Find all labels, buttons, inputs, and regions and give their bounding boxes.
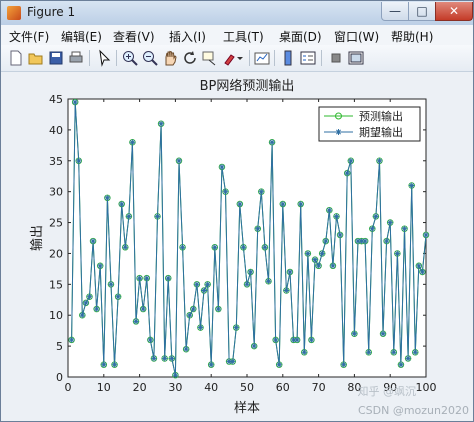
x-tick-label: 10 bbox=[97, 381, 111, 394]
menu-edit[interactable]: 编辑(E) bbox=[61, 28, 102, 45]
x-tick-label: 60 bbox=[276, 381, 290, 394]
maximize-button[interactable]: □ bbox=[408, 2, 436, 21]
x-tick-label: 40 bbox=[204, 381, 218, 394]
toolbar bbox=[1, 45, 473, 72]
zoom-in-icon[interactable] bbox=[121, 49, 139, 67]
select-arrow-icon[interactable] bbox=[95, 49, 113, 67]
insert-legend-icon[interactable] bbox=[299, 49, 317, 67]
new-figure-icon[interactable] bbox=[7, 49, 25, 67]
expected-point bbox=[111, 361, 118, 368]
x-tick-label: 50 bbox=[240, 381, 254, 394]
menu-file[interactable]: 文件(F) bbox=[9, 28, 49, 45]
x-tick-label: 30 bbox=[168, 381, 182, 394]
insert-colorbar-icon[interactable] bbox=[279, 49, 297, 67]
legend-label-prediction: 预测输出 bbox=[359, 109, 403, 123]
window-title: Figure 1 bbox=[27, 5, 76, 19]
chart: BP网络预测输出 样本 输出 0 10 20 30 40 50 60 70 80 90 100051… bbox=[29, 78, 469, 417]
menu-window[interactable]: 窗口(W) bbox=[334, 28, 379, 45]
x-tick-label: 20 bbox=[133, 381, 147, 394]
menu-view[interactable]: 查看(V) bbox=[113, 28, 155, 45]
x-tick-label: 70 bbox=[312, 381, 326, 394]
y-tick-label: 5 bbox=[56, 340, 63, 353]
y-tick-label: 45 bbox=[49, 93, 63, 106]
x-tick-label: 0 bbox=[65, 381, 72, 394]
expected-point bbox=[405, 355, 412, 362]
link-plot-icon[interactable] bbox=[253, 49, 271, 67]
y-tick-label: 0 bbox=[56, 371, 63, 384]
expected-point bbox=[340, 361, 347, 368]
legend-label-expected: 期望输出 bbox=[359, 125, 403, 139]
chart-title: BP网络预测输出 bbox=[200, 78, 295, 94]
toolbar-separator bbox=[116, 50, 117, 66]
y-tick-label: 25 bbox=[49, 217, 63, 230]
pan-hand-icon[interactable] bbox=[161, 49, 179, 67]
hide-plot-tools-icon[interactable] bbox=[327, 49, 345, 67]
y-tick-label: 10 bbox=[49, 309, 63, 322]
x-tick-label: 100 bbox=[416, 381, 437, 394]
y-tick-label: 40 bbox=[49, 124, 63, 137]
minimize-button[interactable]: — bbox=[381, 2, 409, 21]
menu-insert[interactable]: 插入(I) bbox=[169, 28, 206, 45]
menu-help[interactable]: 帮助(H) bbox=[391, 28, 433, 45]
show-plot-tools-icon[interactable] bbox=[347, 49, 365, 67]
toolbar-separator bbox=[274, 50, 275, 66]
y-tick-label: 30 bbox=[49, 186, 63, 199]
figure-window: Figure 1 — □ ✕ 文件(F) 编辑(E) 查看(V) 插入(I) 工… bbox=[0, 0, 474, 422]
rotate-3d-icon[interactable] bbox=[181, 49, 199, 67]
print-icon[interactable] bbox=[67, 49, 85, 67]
y-tick-label: 15 bbox=[49, 278, 63, 291]
zoom-out-icon[interactable] bbox=[141, 49, 159, 67]
data-cursor-icon[interactable] bbox=[201, 49, 219, 67]
figure-canvas: BP网络预测输出 样本 输出 0 10 20 30 40 50 60 70 80 90 100 0 5 1… bbox=[1, 72, 473, 421]
legend: 预测输出 期望输出 bbox=[318, 106, 421, 142]
chevron-down-icon[interactable] bbox=[235, 49, 245, 67]
toolbar-separator bbox=[321, 50, 322, 66]
close-button[interactable]: ✕ bbox=[435, 2, 473, 21]
y-tick-label: 20 bbox=[49, 247, 63, 260]
expected-point bbox=[397, 361, 404, 368]
menu-tools[interactable]: 工具(T) bbox=[223, 28, 264, 45]
watermark-zhihu: 知乎 @飒沉 bbox=[358, 384, 417, 398]
watermark-csdn: CSDN @mozun2020 bbox=[358, 404, 469, 417]
toolbar-separator bbox=[89, 50, 90, 66]
y-tick-label: 35 bbox=[49, 155, 63, 168]
x-axis-label: 样本 bbox=[234, 401, 260, 416]
menu-bar: 文件(F) 编辑(E) 查看(V) 插入(I) 工具(T) 桌面(D) 窗口(W… bbox=[1, 25, 473, 45]
expected-point bbox=[276, 361, 283, 368]
expected-point bbox=[351, 330, 358, 337]
y-axis-label: 输出 bbox=[29, 225, 45, 251]
open-file-icon[interactable] bbox=[27, 49, 45, 67]
save-icon[interactable] bbox=[47, 49, 65, 67]
expected-point bbox=[380, 330, 387, 337]
toolbar-separator bbox=[249, 50, 250, 66]
expected-point bbox=[319, 250, 326, 257]
menu-desktop[interactable]: 桌面(D) bbox=[279, 28, 322, 45]
title-bar[interactable]: Figure 1 — □ ✕ bbox=[1, 1, 473, 25]
matlab-logo-icon bbox=[7, 6, 21, 20]
